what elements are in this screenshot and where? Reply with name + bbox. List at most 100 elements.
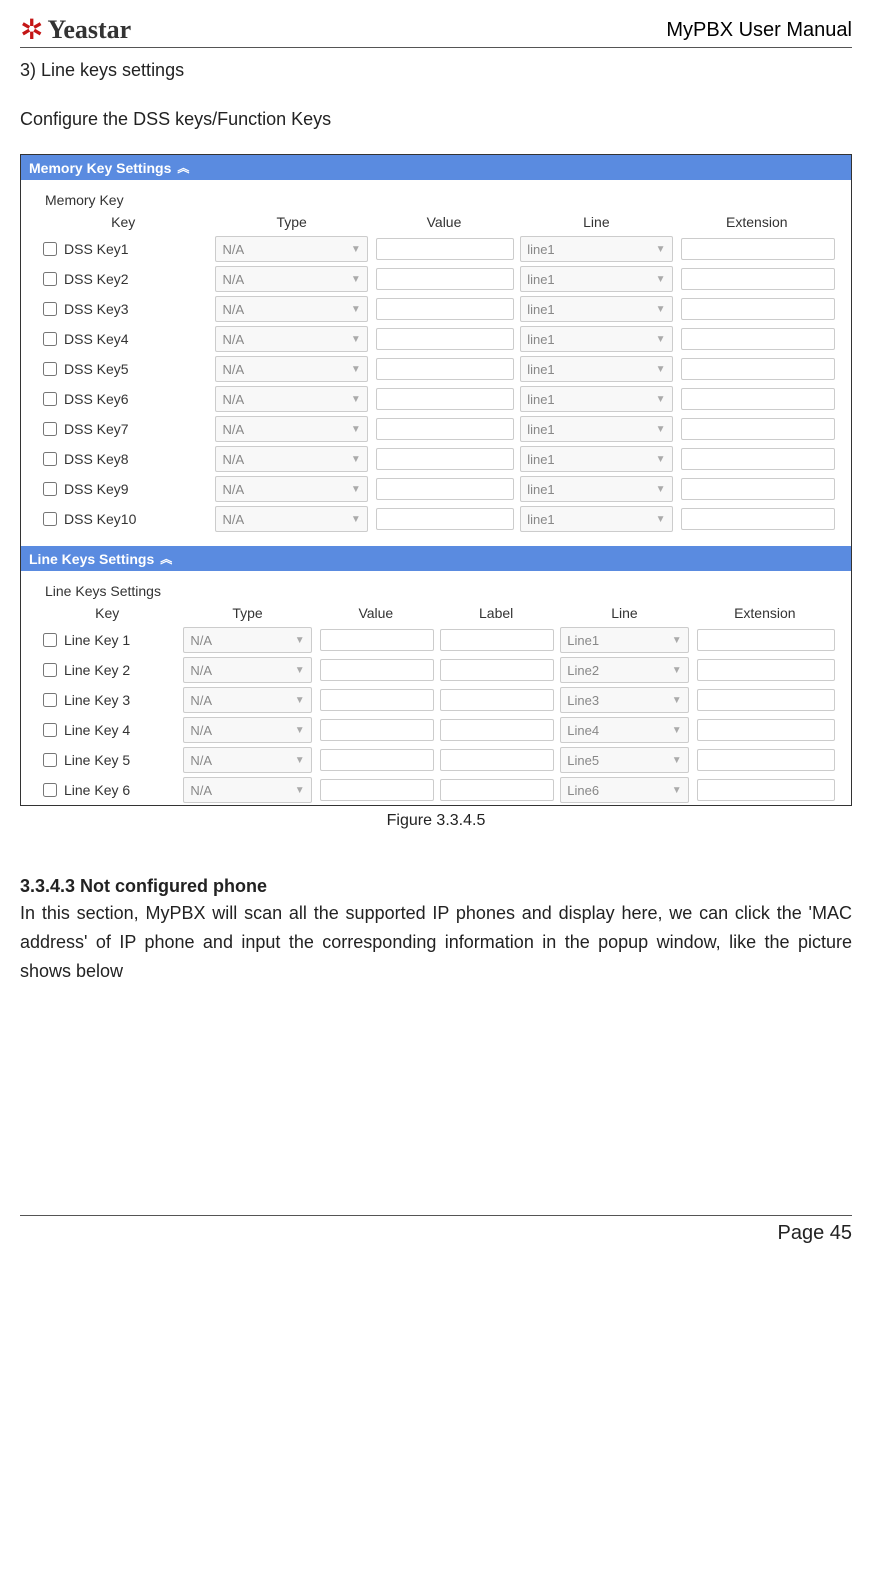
row-checkbox[interactable] [43, 272, 57, 286]
line-select[interactable]: line1▼ [520, 476, 672, 502]
label-input[interactable] [440, 659, 554, 681]
row-checkbox[interactable] [43, 512, 57, 526]
type-select[interactable]: N/A▼ [183, 627, 311, 653]
row-checkbox[interactable] [43, 362, 57, 376]
row-checkbox[interactable] [43, 302, 57, 316]
value-input[interactable] [376, 418, 514, 440]
extension-input[interactable] [697, 689, 835, 711]
type-select[interactable]: N/A▼ [215, 356, 367, 382]
row-checkbox[interactable] [43, 723, 57, 737]
row-checkbox[interactable] [43, 332, 57, 346]
value-input[interactable] [376, 358, 514, 380]
type-select[interactable]: N/A▼ [215, 476, 367, 502]
row-checkbox[interactable] [43, 452, 57, 466]
line-select[interactable]: line1▼ [520, 416, 672, 442]
key-label: DSS Key5 [64, 361, 129, 377]
extension-input[interactable] [681, 388, 835, 410]
line-select[interactable]: Line6▼ [560, 777, 688, 803]
value-input[interactable] [320, 779, 434, 801]
row-checkbox[interactable] [43, 663, 57, 677]
line-select[interactable]: line1▼ [520, 446, 672, 472]
value-input[interactable] [320, 629, 434, 651]
extension-input[interactable] [681, 418, 835, 440]
page-footer: Page 45 [20, 1215, 852, 1245]
type-select[interactable]: N/A▼ [215, 506, 367, 532]
chevron-down-icon: ▼ [656, 514, 666, 525]
extension-input[interactable] [681, 328, 835, 350]
row-checkbox[interactable] [43, 753, 57, 767]
chevron-down-icon: ▼ [295, 725, 305, 736]
row-checkbox[interactable] [43, 242, 57, 256]
subsection-body: In this section, MyPBX will scan all the… [20, 899, 852, 985]
memory-panel-header[interactable]: Memory Key Settings ︽ [21, 155, 851, 180]
value-input[interactable] [376, 508, 514, 530]
value-input[interactable] [320, 719, 434, 741]
memory-panel-body: Memory Key Key Type Value Line Extension… [21, 180, 851, 546]
type-select[interactable]: N/A▼ [183, 687, 311, 713]
extension-input[interactable] [681, 238, 835, 260]
value-input[interactable] [376, 448, 514, 470]
extension-input[interactable] [697, 629, 835, 651]
table-row: Line Key 3N/A▼Line3▼ [35, 685, 837, 715]
type-select[interactable]: N/A▼ [215, 266, 367, 292]
line-select[interactable]: Line1▼ [560, 627, 688, 653]
line-select[interactable]: line1▼ [520, 356, 672, 382]
label-input[interactable] [440, 749, 554, 771]
extension-input[interactable] [681, 298, 835, 320]
line-select[interactable]: Line4▼ [560, 717, 688, 743]
value-input[interactable] [376, 298, 514, 320]
value-input[interactable] [376, 238, 514, 260]
extension-input[interactable] [681, 478, 835, 500]
label-input[interactable] [440, 629, 554, 651]
extension-input[interactable] [681, 268, 835, 290]
row-checkbox[interactable] [43, 693, 57, 707]
extension-input[interactable] [697, 719, 835, 741]
row-checkbox[interactable] [43, 633, 57, 647]
type-select[interactable]: N/A▼ [215, 326, 367, 352]
extension-input[interactable] [681, 448, 835, 470]
extension-input[interactable] [697, 779, 835, 801]
line-select[interactable]: line1▼ [520, 266, 672, 292]
line-select[interactable]: line1▼ [520, 506, 672, 532]
label-input[interactable] [440, 719, 554, 741]
extension-input[interactable] [697, 749, 835, 771]
line-select[interactable]: line1▼ [520, 236, 672, 262]
value-input[interactable] [320, 689, 434, 711]
type-select[interactable]: N/A▼ [183, 747, 311, 773]
type-select[interactable]: N/A▼ [215, 296, 367, 322]
type-select[interactable]: N/A▼ [215, 416, 367, 442]
memory-key-table: Key Type Value Line Extension DSS Key1N/… [35, 210, 837, 534]
col-line: Line [516, 210, 676, 234]
type-select[interactable]: N/A▼ [183, 657, 311, 683]
type-select[interactable]: N/A▼ [183, 777, 311, 803]
extension-input[interactable] [681, 508, 835, 530]
type-select[interactable]: N/A▼ [183, 717, 311, 743]
label-input[interactable] [440, 779, 554, 801]
value-input[interactable] [320, 749, 434, 771]
chevron-down-icon: ▼ [351, 364, 361, 375]
type-select[interactable]: N/A▼ [215, 386, 367, 412]
row-checkbox[interactable] [43, 783, 57, 797]
type-select[interactable]: N/A▼ [215, 446, 367, 472]
row-checkbox[interactable] [43, 392, 57, 406]
line-select[interactable]: line1▼ [520, 386, 672, 412]
chevron-down-icon: ▼ [295, 755, 305, 766]
row-checkbox[interactable] [43, 482, 57, 496]
label-input[interactable] [440, 689, 554, 711]
extension-input[interactable] [697, 659, 835, 681]
line-select[interactable]: Line2▼ [560, 657, 688, 683]
line-select[interactable]: line1▼ [520, 296, 672, 322]
line-select[interactable]: line1▼ [520, 326, 672, 352]
chevron-down-icon: ▼ [351, 244, 361, 255]
line-select[interactable]: Line5▼ [560, 747, 688, 773]
value-input[interactable] [376, 478, 514, 500]
value-input[interactable] [376, 388, 514, 410]
line-panel-header[interactable]: Line Keys Settings ︽ [21, 546, 851, 571]
row-checkbox[interactable] [43, 422, 57, 436]
value-input[interactable] [376, 268, 514, 290]
extension-input[interactable] [681, 358, 835, 380]
line-select[interactable]: Line3▼ [560, 687, 688, 713]
value-input[interactable] [376, 328, 514, 350]
type-select[interactable]: N/A▼ [215, 236, 367, 262]
value-input[interactable] [320, 659, 434, 681]
